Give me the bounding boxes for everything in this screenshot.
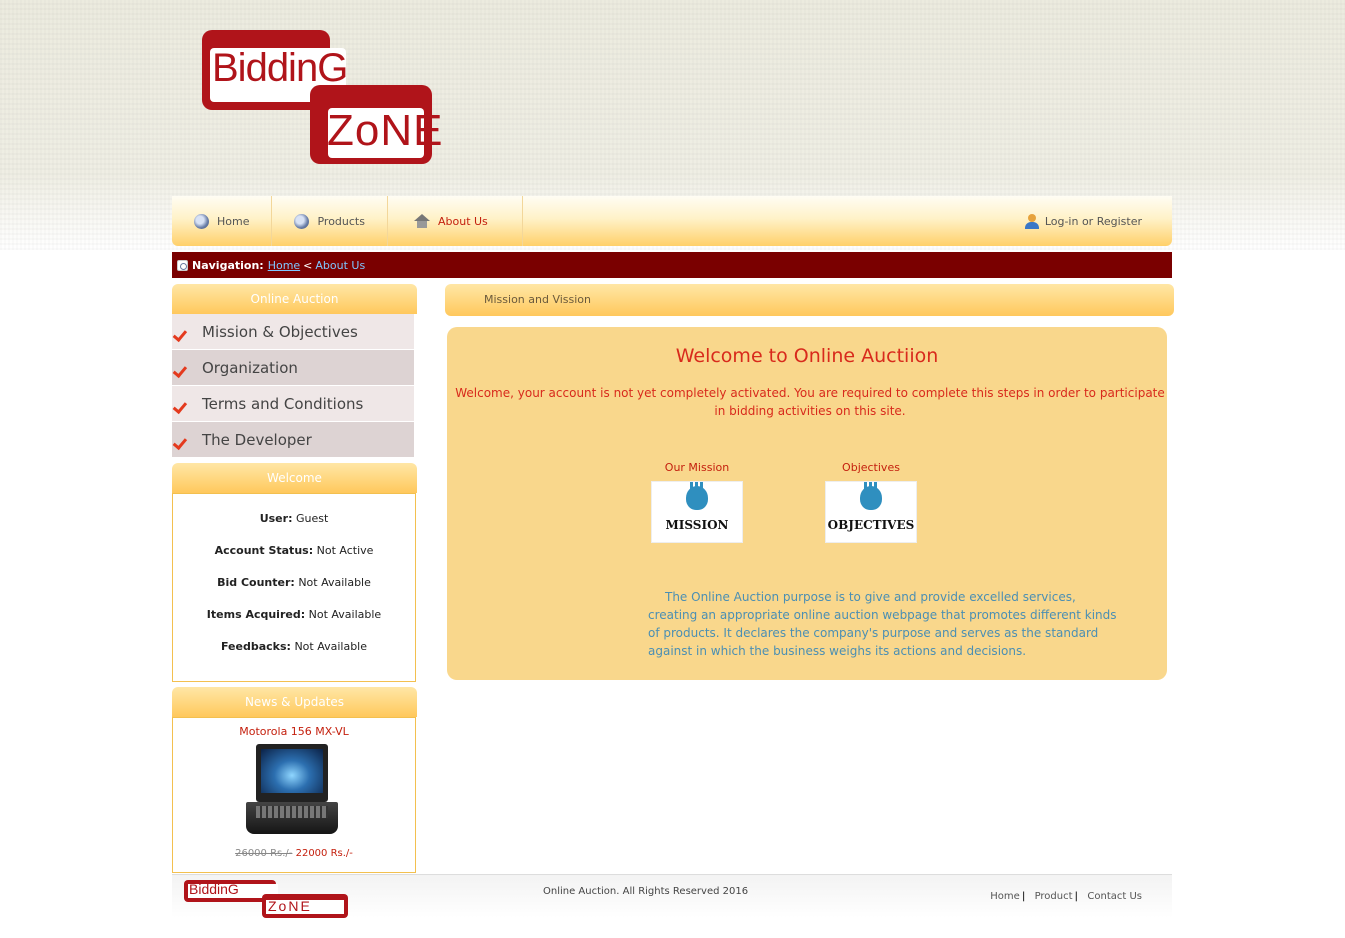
footer-separator: |: [1074, 891, 1079, 902]
sidebar-item-label: The Developer: [202, 430, 312, 449]
footer-logo-text-bottom: ZoNE: [268, 898, 312, 914]
nav-about-us-label: About Us: [437, 214, 488, 228]
globe-icon: [294, 213, 310, 229]
sidebar-item-terms[interactable]: Terms and Conditions: [172, 386, 414, 422]
sidebar-menu: Mission & Objectives Organization Terms …: [172, 314, 414, 458]
check-icon: [178, 433, 196, 447]
user-icon: [1024, 213, 1039, 229]
page-title: Welcome to Online Auctiion: [675, 345, 939, 367]
laptop-keyboard: [256, 806, 328, 818]
compass-icon: [177, 259, 188, 271]
objectives-image[interactable]: OBJECTIVES: [825, 481, 917, 543]
check-icon: [178, 361, 196, 375]
sidebar-item-label: Terms and Conditions: [202, 394, 364, 413]
activation-notice: Welcome, your account is not yet complet…: [455, 386, 1165, 418]
main-nav: Home Products About Us Log-in or Registe…: [172, 196, 1172, 246]
news-header: News & Updates: [172, 687, 417, 717]
items-acquired-row: Items Acquired: Not Available: [173, 608, 415, 640]
logo-text-top: BiddinG: [212, 46, 348, 90]
breadcrumb-current: About Us: [315, 258, 366, 272]
nav-home[interactable]: Home: [172, 196, 273, 246]
objectives-card-label: Objectives: [842, 461, 900, 474]
laptop-image[interactable]: [244, 744, 344, 842]
footer-link-product[interactable]: Product: [1035, 891, 1073, 902]
hand-icon: [860, 482, 882, 510]
breadcrumb-home-link[interactable]: Home: [268, 259, 300, 272]
sidebar-item-developer[interactable]: The Developer: [172, 422, 414, 458]
welcome-panel: User: Guest Account Status: Not Active B…: [172, 493, 416, 682]
items-acquired-key: Items Acquired:: [206, 608, 306, 621]
nav-home-label: Home: [217, 214, 250, 228]
logo-text-bottom: ZoNE: [327, 106, 444, 155]
footer-link-contact[interactable]: Contact Us: [1087, 891, 1142, 902]
bid-counter-key: Bid Counter:: [217, 576, 295, 589]
account-status-key: Account Status:: [214, 544, 314, 557]
breadcrumb-prefix: Navigation:: [192, 258, 264, 272]
sidebar-item-label: Mission & Objectives: [202, 322, 358, 341]
items-acquired-value: Not Available: [308, 608, 382, 621]
news-panel: Motorola 156 MX-VL 26000 Rs./- 22000 Rs.…: [172, 717, 416, 873]
user-row: User: Guest: [173, 512, 415, 544]
account-status-value: Not Active: [316, 544, 374, 557]
bid-counter-row: Bid Counter: Not Available: [173, 576, 415, 608]
login-register-link[interactable]: Log-in or Register: [1024, 196, 1142, 246]
footer-separator: |: [1021, 891, 1026, 902]
nav-about-us[interactable]: About Us: [388, 196, 523, 246]
footer: BiddinG ZoNE Online Auction. All Rights …: [172, 874, 1172, 918]
old-price: 26000 Rs./-: [235, 848, 293, 859]
house-icon: [413, 213, 430, 228]
welcome-header: Welcome: [172, 463, 417, 493]
globe-icon: [194, 213, 209, 229]
sidebar-menu-header: Online Auction: [172, 284, 417, 314]
mission-card[interactable]: Our Mission MISSION: [650, 461, 744, 543]
check-icon: [178, 325, 196, 339]
user-key: User:: [259, 512, 293, 525]
hand-icon: [686, 482, 708, 510]
site-logo[interactable]: BiddinG ZoNE: [202, 30, 442, 165]
feedbacks-row: Feedbacks: Not Available: [173, 640, 415, 672]
sidebar-item-organization[interactable]: Organization: [172, 350, 414, 386]
copyright: Online Auction. All Rights Reserved 2016: [543, 886, 749, 897]
objectives-image-caption: OBJECTIVES: [827, 518, 915, 532]
breadcrumb: Navigation: Home < About Us: [172, 252, 1172, 278]
footer-links: Home | Product | Contact Us: [986, 891, 1142, 902]
sidebar-item-mission-objectives[interactable]: Mission & Objectives: [172, 314, 414, 350]
account-status-row: Account Status: Not Active: [173, 544, 415, 576]
feedbacks-value: Not Available: [294, 640, 367, 653]
mission-card-label: Our Mission: [664, 461, 730, 474]
breadcrumb-separator: <: [303, 258, 313, 272]
sidebar-item-label: Organization: [202, 358, 298, 377]
nav-products-label: Products: [317, 214, 365, 228]
news-product-link[interactable]: Motorola 156 MX-VL: [173, 725, 415, 738]
news-price: 26000 Rs./- 22000 Rs./-: [173, 848, 415, 859]
feedbacks-key: Feedbacks:: [220, 640, 291, 653]
mission-image[interactable]: MISSION: [651, 481, 743, 543]
check-icon: [178, 397, 196, 411]
mission-image-caption: MISSION: [665, 518, 729, 532]
nav-products[interactable]: Products: [272, 196, 388, 246]
main-panel: Welcome to Online Auctiion Welcome, your…: [447, 327, 1167, 680]
laptop-display: [261, 749, 323, 793]
footer-link-home[interactable]: Home: [990, 891, 1020, 902]
objectives-card[interactable]: Objectives OBJECTIVES: [824, 461, 918, 543]
bid-counter-value: Not Available: [298, 576, 371, 589]
mission-description: The Online Auction purpose is to give an…: [648, 590, 1117, 658]
login-register-label: Log-in or Register: [1044, 214, 1142, 228]
footer-logo-text-top: BiddinG: [189, 881, 239, 897]
footer-logo[interactable]: BiddinG ZoNE: [184, 880, 349, 918]
main-header: Mission and Vission: [445, 284, 1174, 316]
user-value: Guest: [295, 512, 329, 525]
new-price: 22000 Rs./-: [295, 848, 353, 859]
